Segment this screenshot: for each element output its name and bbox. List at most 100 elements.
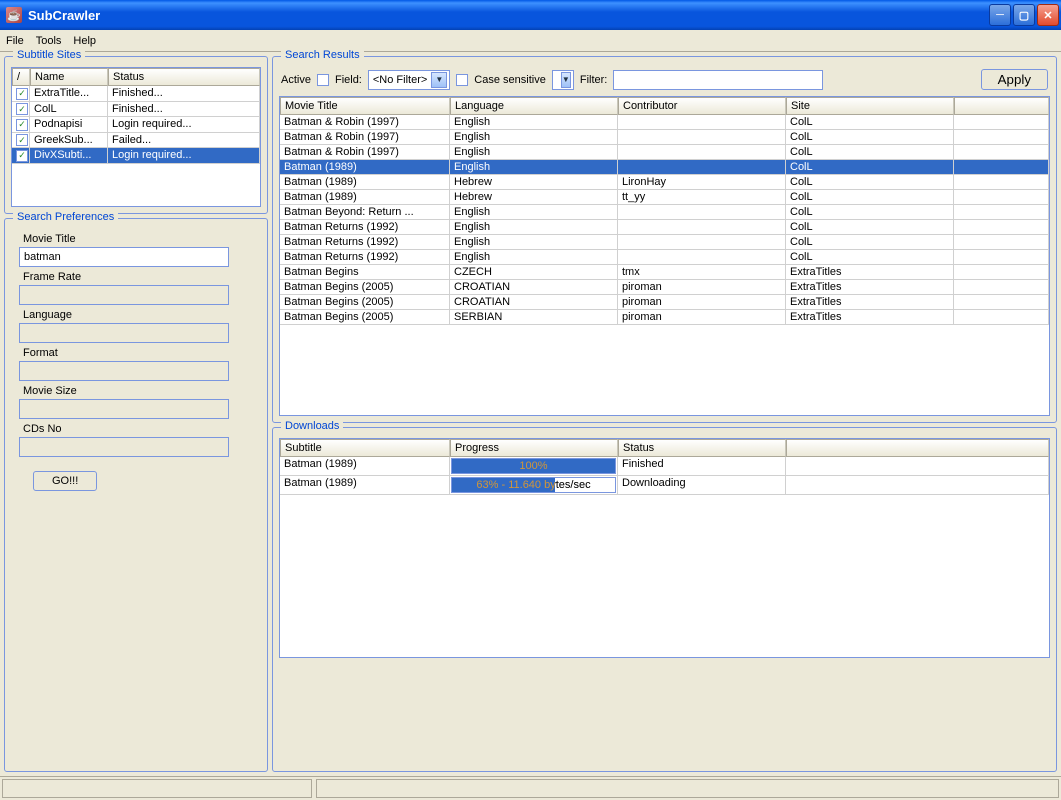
download-progress-cell: 100% bbox=[450, 457, 618, 475]
result-language: Hebrew bbox=[450, 175, 618, 189]
chevron-down-icon: ▼ bbox=[431, 72, 447, 88]
result-contributor: tmx bbox=[618, 265, 786, 279]
result-title: Batman & Robin (1997) bbox=[280, 115, 450, 129]
result-language: English bbox=[450, 145, 618, 159]
sites-col-check[interactable]: / bbox=[12, 68, 30, 86]
result-contributor bbox=[618, 115, 786, 129]
results-col-title[interactable]: Movie Title bbox=[280, 97, 450, 115]
case-mode-select[interactable]: ▼ bbox=[552, 70, 574, 90]
site-status: Failed... bbox=[108, 133, 260, 148]
case-sensitive-label: Case sensitive bbox=[474, 74, 546, 86]
site-status: Login required... bbox=[108, 148, 260, 163]
sites-col-name[interactable]: Name bbox=[30, 68, 108, 86]
input-format[interactable] bbox=[19, 361, 229, 381]
downloads-col-status[interactable]: Status bbox=[618, 439, 786, 457]
sites-row[interactable]: ✓GreekSub...Failed... bbox=[12, 133, 260, 149]
maximize-button[interactable]: ▢ bbox=[1013, 4, 1035, 26]
results-col-blank[interactable] bbox=[954, 97, 1049, 115]
result-title: Batman (1989) bbox=[280, 175, 450, 189]
result-language: SERBIAN bbox=[450, 310, 618, 324]
downloads-row[interactable]: Batman (1989)63% - 11.640 bytes/secDownl… bbox=[280, 476, 1049, 495]
apply-button[interactable]: Apply bbox=[981, 69, 1048, 90]
input-language[interactable] bbox=[19, 323, 229, 343]
downloads-row[interactable]: Batman (1989)100%Finished bbox=[280, 457, 1049, 476]
search-preferences-group: Search Preferences Movie Title Frame Rat… bbox=[4, 218, 268, 772]
results-row[interactable]: Batman Begins (2005)CROATIANpiromanExtra… bbox=[280, 295, 1049, 310]
result-site: ColL bbox=[786, 175, 954, 189]
result-language: English bbox=[450, 250, 618, 264]
sites-row[interactable]: ✓ExtraTitle...Finished... bbox=[12, 86, 260, 102]
downloads-table: Subtitle Progress Status Batman (1989)10… bbox=[279, 438, 1050, 658]
minimize-button[interactable]: ─ bbox=[989, 4, 1011, 26]
progress-bar: 63% - 11.640 bytes/sec bbox=[451, 477, 616, 493]
case-sensitive-checkbox[interactable] bbox=[456, 74, 468, 86]
results-row[interactable]: Batman Returns (1992)EnglishColL bbox=[280, 220, 1049, 235]
result-title: Batman Begins (2005) bbox=[280, 295, 450, 309]
result-contributor bbox=[618, 160, 786, 174]
result-language: CROATIAN bbox=[450, 295, 618, 309]
close-button[interactable]: ✕ bbox=[1037, 4, 1059, 26]
menu-help[interactable]: Help bbox=[73, 35, 96, 47]
result-contributor: piroman bbox=[618, 295, 786, 309]
sites-col-status[interactable]: Status bbox=[108, 68, 260, 86]
menubar: File Tools Help bbox=[0, 30, 1061, 52]
results-row[interactable]: Batman & Robin (1997)EnglishColL bbox=[280, 145, 1049, 160]
statusbar-cell-2 bbox=[316, 779, 1059, 798]
input-movie-title[interactable] bbox=[19, 247, 229, 267]
results-row[interactable]: Batman (1989)HebrewLironHayColL bbox=[280, 175, 1049, 190]
result-contributor bbox=[618, 250, 786, 264]
result-title: Batman (1989) bbox=[280, 160, 450, 174]
active-checkbox[interactable] bbox=[317, 74, 329, 86]
field-select[interactable]: <No Filter> ▼ bbox=[368, 70, 450, 90]
input-movie-size[interactable] bbox=[19, 399, 229, 419]
result-title: Batman Begins (2005) bbox=[280, 280, 450, 294]
field-label: Field: bbox=[335, 74, 362, 86]
site-name: ExtraTitle... bbox=[30, 86, 108, 101]
menu-file[interactable]: File bbox=[6, 35, 24, 47]
filter-input[interactable] bbox=[613, 70, 823, 90]
results-row[interactable]: Batman Begins (2005)CROATIANpiromanExtra… bbox=[280, 280, 1049, 295]
results-row[interactable]: Batman & Robin (1997)EnglishColL bbox=[280, 130, 1049, 145]
label-movie-size: Movie Size bbox=[23, 385, 249, 397]
result-title: Batman Returns (1992) bbox=[280, 250, 450, 264]
results-row[interactable]: Batman Begins (2005)SERBIANpiromanExtraT… bbox=[280, 310, 1049, 325]
results-row[interactable]: Batman & Robin (1997)EnglishColL bbox=[280, 115, 1049, 130]
result-site: ColL bbox=[786, 205, 954, 219]
result-language: English bbox=[450, 205, 618, 219]
sites-row[interactable]: ✓DivXSubti...Login required... bbox=[12, 148, 260, 164]
result-site: ColL bbox=[786, 190, 954, 204]
go-button[interactable]: GO!!! bbox=[33, 471, 97, 491]
result-contributor bbox=[618, 235, 786, 249]
results-row[interactable]: Batman Returns (1992)EnglishColL bbox=[280, 250, 1049, 265]
downloads-col-subtitle[interactable]: Subtitle bbox=[280, 439, 450, 457]
input-cds-no[interactable] bbox=[19, 437, 229, 457]
progress-text: 63% - 11.640 bytes/sec bbox=[452, 479, 615, 491]
result-contributor bbox=[618, 145, 786, 159]
results-col-contributor[interactable]: Contributor bbox=[618, 97, 786, 115]
site-checkbox[interactable]: ✓ bbox=[16, 119, 28, 131]
filter-label: Filter: bbox=[580, 74, 608, 86]
results-row[interactable]: Batman BeginsCZECHtmxExtraTitles bbox=[280, 265, 1049, 280]
site-checkbox[interactable]: ✓ bbox=[16, 103, 28, 115]
site-checkbox[interactable]: ✓ bbox=[16, 88, 28, 100]
menu-tools[interactable]: Tools bbox=[36, 35, 62, 47]
site-checkbox[interactable]: ✓ bbox=[16, 134, 28, 146]
results-col-site[interactable]: Site bbox=[786, 97, 954, 115]
downloads-col-blank[interactable] bbox=[786, 439, 1049, 457]
input-frame-rate[interactable] bbox=[19, 285, 229, 305]
results-table: Movie Title Language Contributor Site Ba… bbox=[279, 96, 1050, 416]
results-row[interactable]: Batman (1989)EnglishColL bbox=[280, 160, 1049, 175]
sites-row[interactable]: ✓PodnapisiLogin required... bbox=[12, 117, 260, 133]
active-label: Active bbox=[281, 74, 311, 86]
results-row[interactable]: Batman Beyond: Return ...EnglishColL bbox=[280, 205, 1049, 220]
result-language: Hebrew bbox=[450, 190, 618, 204]
sites-row[interactable]: ✓ColLFinished... bbox=[12, 102, 260, 118]
results-row[interactable]: Batman Returns (1992)EnglishColL bbox=[280, 235, 1049, 250]
results-col-language[interactable]: Language bbox=[450, 97, 618, 115]
result-site: ExtraTitles bbox=[786, 280, 954, 294]
downloads-col-progress[interactable]: Progress bbox=[450, 439, 618, 457]
result-language: English bbox=[450, 235, 618, 249]
result-title: Batman Begins bbox=[280, 265, 450, 279]
site-checkbox[interactable]: ✓ bbox=[16, 150, 28, 162]
results-row[interactable]: Batman (1989)Hebrewtt_yyColL bbox=[280, 190, 1049, 205]
